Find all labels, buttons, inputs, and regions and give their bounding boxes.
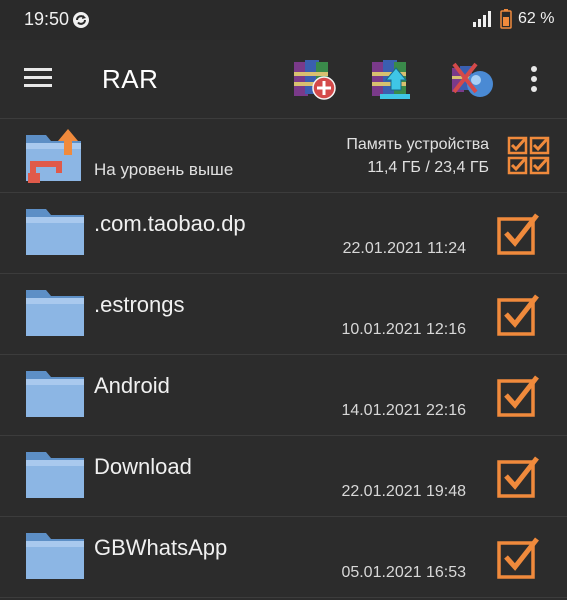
- checkbox-checked-icon[interactable]: [496, 292, 542, 338]
- checkbox-checked-icon[interactable]: [496, 535, 542, 581]
- list-item[interactable]: Android 14.01.2021 22:16: [0, 355, 567, 436]
- parent-folder-label: На уровень выше: [94, 160, 234, 179]
- file-date: 22.01.2021 19:48: [341, 483, 466, 500]
- file-name: .estrongs: [94, 292, 185, 317]
- battery-level: 62 %: [518, 10, 555, 27]
- file-name: .com.taobao.dp: [94, 211, 246, 236]
- file-date: 22.01.2021 11:24: [342, 240, 466, 257]
- checkbox-checked-icon[interactable]: [496, 373, 542, 419]
- more-vert-icon[interactable]: [522, 64, 546, 94]
- list-item[interactable]: Download 22.01.2021 19:48: [0, 436, 567, 517]
- status-time: 19:50: [24, 9, 70, 29]
- file-date: 10.01.2021 12:16: [341, 321, 466, 338]
- file-name: GBWhatsApp: [94, 535, 228, 560]
- folder-icon: [26, 533, 84, 579]
- battery-icon: [500, 9, 512, 29]
- list-item[interactable]: .com.taobao.dp 22.01.2021 11:24: [0, 193, 567, 274]
- status-bar: 19:50 62 %: [0, 0, 567, 40]
- menu-icon[interactable]: [24, 66, 54, 90]
- app-title: RAR: [102, 64, 159, 94]
- file-date: 14.01.2021 22:16: [341, 402, 466, 419]
- sync-icon: [73, 12, 89, 28]
- archive-tools-icon[interactable]: [446, 54, 496, 104]
- file-name: Download: [94, 454, 192, 479]
- folder-icon: [26, 452, 84, 498]
- file-date: 05.01.2021 16:53: [341, 564, 466, 581]
- folder-up-icon: [26, 129, 81, 183]
- file-name: Android: [94, 373, 170, 398]
- folder-icon: [26, 209, 84, 255]
- parent-folder-row[interactable]: На уровень выше Память устройства 11,4 Г…: [0, 118, 567, 193]
- list-item[interactable]: GBWhatsApp 05.01.2021 16:53: [0, 517, 567, 598]
- signal-icon: [473, 11, 491, 27]
- list-item[interactable]: .estrongs 10.01.2021 12:16: [0, 274, 567, 355]
- archive-add-icon[interactable]: [288, 54, 338, 104]
- folder-icon: [26, 290, 84, 336]
- storage-value: 11,4 ГБ / 23,4 ГБ: [367, 159, 489, 176]
- file-list: .com.taobao.dp 22.01.2021 11:24 .estrong…: [0, 193, 567, 598]
- archive-extract-icon[interactable]: [366, 54, 416, 104]
- checkbox-checked-icon[interactable]: [496, 454, 542, 500]
- folder-icon: [26, 371, 84, 417]
- app-bar: RAR: [0, 40, 567, 118]
- rar-screen: 19:50 62 % RAR На уровень выше Память ус…: [0, 0, 567, 600]
- select-all-icon[interactable]: [507, 135, 551, 177]
- storage-title: Память устройства: [346, 136, 489, 153]
- checkbox-checked-icon[interactable]: [496, 211, 542, 257]
